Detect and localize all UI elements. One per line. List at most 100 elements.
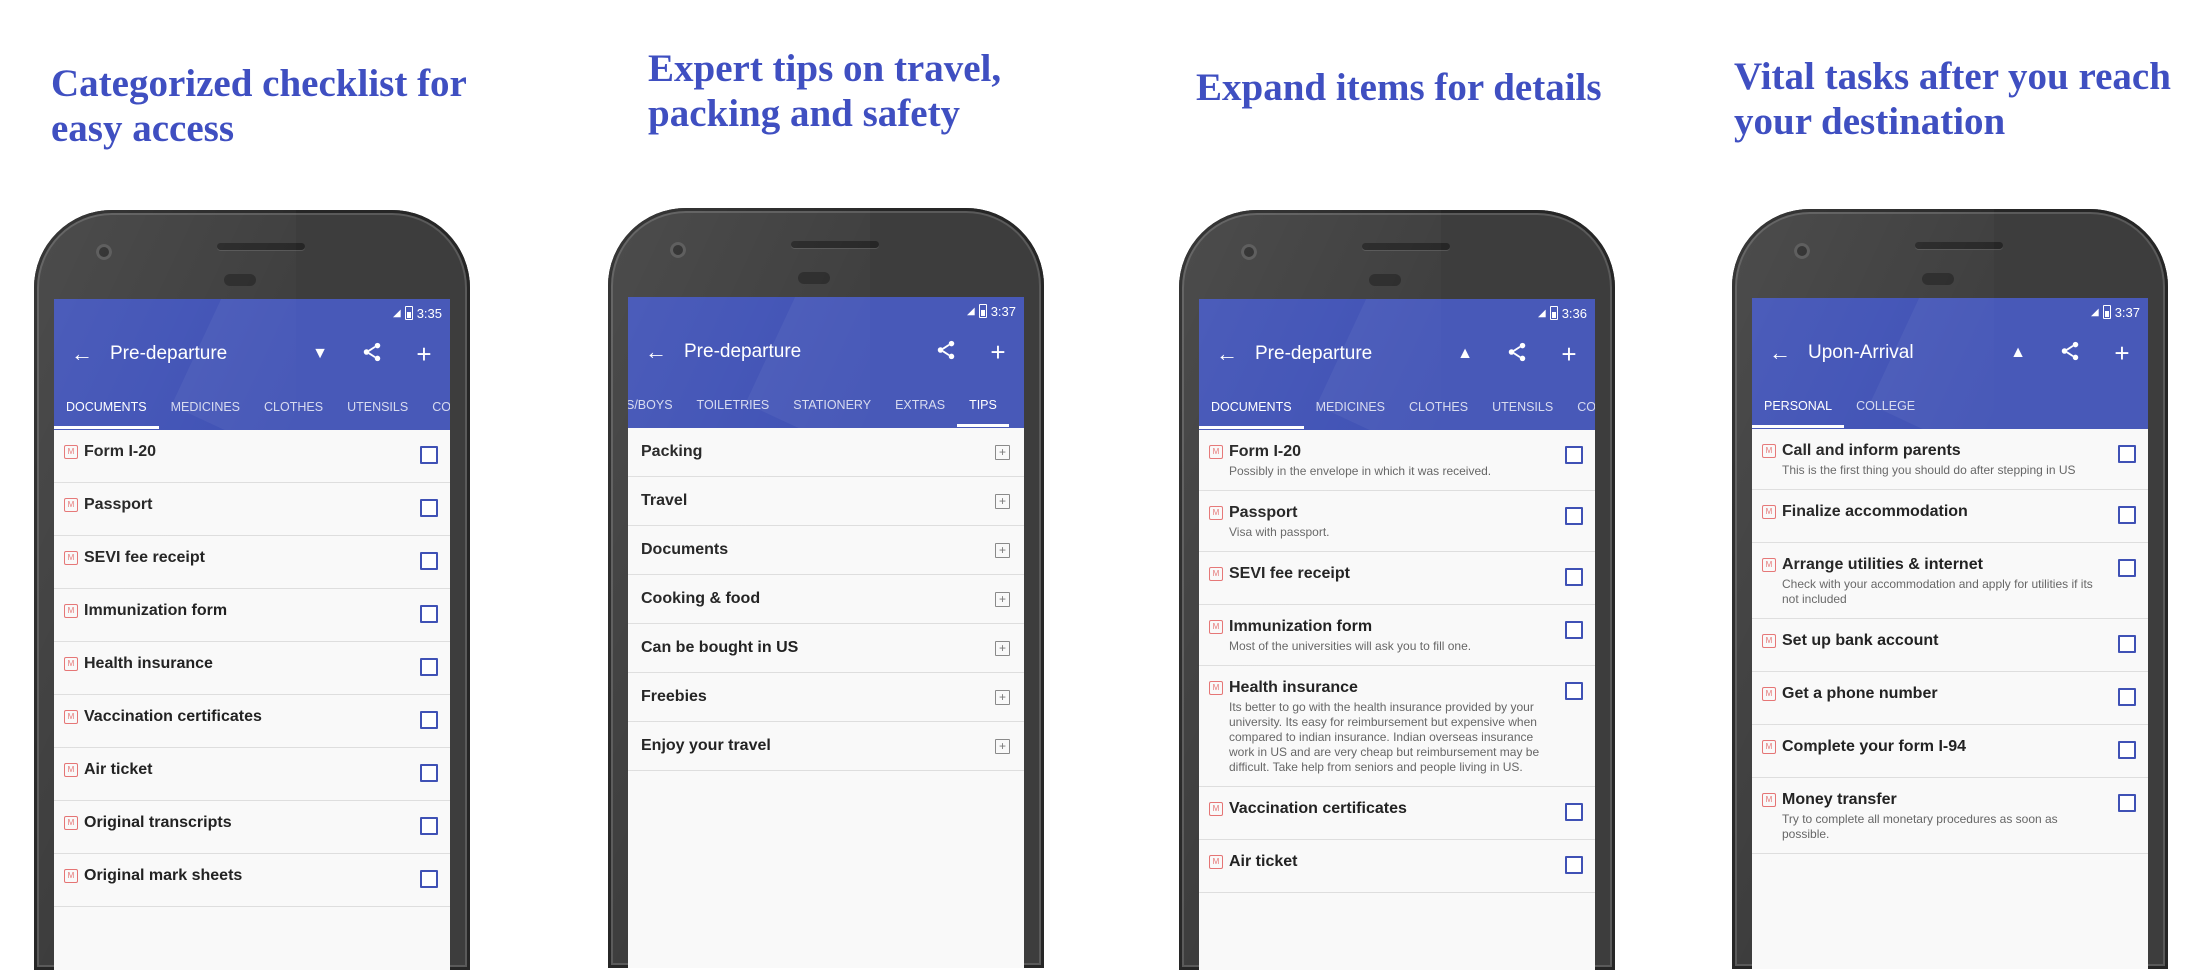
item-checkbox[interactable]	[420, 658, 438, 676]
share-button[interactable]	[2044, 338, 2096, 369]
item-checkbox[interactable]	[420, 446, 438, 464]
item-checkbox[interactable]	[2118, 688, 2136, 706]
tab-s-boys[interactable]: S/BOYS	[628, 383, 685, 427]
tab-utensils[interactable]: UTENSILS	[335, 385, 420, 429]
share-button[interactable]	[1491, 339, 1543, 370]
collapse-toggle-button[interactable]: ▲	[1992, 344, 2044, 362]
plus-square-icon[interactable]: +	[995, 592, 1010, 607]
item-checkbox[interactable]	[1565, 803, 1583, 821]
tab-co[interactable]: CO	[1565, 385, 1595, 429]
share-button[interactable]	[920, 337, 972, 368]
checklist-item[interactable]: M Call and inform parents This is the firs…	[1752, 429, 2148, 490]
add-button[interactable]: +	[2096, 338, 2148, 369]
item-checkbox[interactable]	[1565, 621, 1583, 639]
checklist-item[interactable]: M Immunization form Most of the universiti…	[1199, 605, 1595, 666]
tab-extras[interactable]: EXTRAS	[883, 383, 957, 427]
plus-square-icon[interactable]: +	[995, 641, 1010, 656]
checklist-item[interactable]: M Air ticket	[54, 748, 450, 801]
plus-square-icon[interactable]: +	[995, 739, 1010, 754]
collapse-toggle-button[interactable]: ▲	[1439, 345, 1491, 363]
checklist-item[interactable]: M Original transcripts	[54, 801, 450, 854]
tab-college[interactable]: COLLEGE	[1844, 384, 1927, 428]
item-checkbox[interactable]	[420, 499, 438, 517]
tip-item[interactable]: Can be bought in US +	[628, 624, 1024, 673]
checklist-item[interactable]: M Get a phone number	[1752, 672, 2148, 725]
checklist-item[interactable]: M Health insurance	[54, 642, 450, 695]
back-button[interactable]: ←	[1752, 340, 1808, 366]
item-checkbox[interactable]	[2118, 794, 2136, 812]
tab-utensils[interactable]: UTENSILS	[1480, 385, 1565, 429]
checklist-item[interactable]: M Passport Visa with passport.	[1199, 491, 1595, 552]
status-bar: ◢ 3:35	[393, 303, 442, 323]
checklist-item[interactable]: M Vaccination certificates	[1199, 787, 1595, 840]
checklist-item[interactable]: M SEVI fee receipt	[54, 536, 450, 589]
checklist-item[interactable]: M Air ticket	[1199, 840, 1595, 893]
item-checkbox[interactable]	[2118, 635, 2136, 653]
m-badge-icon: M	[64, 604, 78, 618]
item-checkbox[interactable]	[2118, 506, 2136, 524]
tab-documents[interactable]: DOCUMENTS	[1199, 385, 1304, 429]
checklist-item[interactable]: M SEVI fee receipt	[1199, 552, 1595, 605]
checklist-item[interactable]: M Original mark sheets	[54, 854, 450, 907]
item-checkbox[interactable]	[1565, 507, 1583, 525]
item-checkbox[interactable]	[1565, 682, 1583, 700]
checklist-item[interactable]: M Finalize accommodation	[1752, 490, 2148, 543]
checklist-item[interactable]: M Immunization form	[54, 589, 450, 642]
checklist-item[interactable]: M Arrange utilities & internet Check with …	[1752, 543, 2148, 619]
proximity-sensor	[798, 272, 830, 284]
tab-personal[interactable]: PERSONAL	[1752, 384, 1845, 428]
checklist-item[interactable]: M Money transfer Try to complete all monet…	[1752, 778, 2148, 854]
plus-square-icon[interactable]: +	[995, 690, 1010, 705]
item-checkbox[interactable]	[420, 764, 438, 782]
back-button[interactable]: ←	[628, 339, 684, 365]
checklist-item[interactable]: M Passport	[54, 483, 450, 536]
tab-co[interactable]: CO	[420, 385, 450, 429]
tab-medicines[interactable]: MEDICINES	[159, 385, 252, 429]
tab-documents[interactable]: DOCUMENTS	[54, 385, 159, 429]
collapse-toggle-button[interactable]: ▼	[294, 345, 346, 363]
tab-clothes[interactable]: CLOTHES	[1397, 385, 1480, 429]
app-screen: ◢ 3:36 ← Pre-departure ▲ + DOCUMENTS MEDICINES C…	[1199, 299, 1595, 970]
item-checkbox[interactable]	[420, 711, 438, 729]
checklist-item[interactable]: M Complete your form I-94	[1752, 725, 2148, 778]
item-checkbox[interactable]	[420, 870, 438, 888]
item-details: Check with your accommodation and apply …	[1782, 577, 2093, 606]
add-button[interactable]: +	[1543, 339, 1595, 370]
checklist-item[interactable]: M Vaccination certificates	[54, 695, 450, 748]
item-checkbox[interactable]	[420, 605, 438, 623]
item-details: Visa with passport.	[1229, 525, 1330, 539]
item-checkbox[interactable]	[2118, 445, 2136, 463]
add-button[interactable]: +	[398, 339, 450, 370]
plus-square-icon[interactable]: +	[995, 543, 1010, 558]
checklist-item[interactable]: M Health insurance Its better to go with t…	[1199, 666, 1595, 787]
checklist-item[interactable]: M Form I-20 Possibly in the envelope in wh…	[1199, 430, 1595, 491]
item-checkbox[interactable]	[1565, 568, 1583, 586]
tip-item[interactable]: Cooking & food +	[628, 575, 1024, 624]
tab-tips[interactable]: TIPS	[957, 383, 1009, 427]
checklist-item[interactable]: M Set up bank account	[1752, 619, 2148, 672]
tip-item[interactable]: Travel +	[628, 477, 1024, 526]
tab-clothes[interactable]: CLOTHES	[252, 385, 335, 429]
tip-item[interactable]: Packing +	[628, 428, 1024, 477]
tip-item[interactable]: Freebies +	[628, 673, 1024, 722]
tip-item[interactable]: Documents +	[628, 526, 1024, 575]
item-checkbox[interactable]	[420, 552, 438, 570]
tab-medicines[interactable]: MEDICINES	[1304, 385, 1397, 429]
tip-item[interactable]: Enjoy your travel +	[628, 722, 1024, 771]
tab-toiletries[interactable]: TOILETRIES	[685, 383, 782, 427]
back-button[interactable]: ←	[54, 341, 110, 367]
tab-stationery[interactable]: STATIONERY	[781, 383, 883, 427]
item-details: Try to complete all monetary procedures …	[1782, 812, 2058, 841]
item-checkbox[interactable]	[1565, 446, 1583, 464]
add-button[interactable]: +	[972, 337, 1024, 368]
item-checkbox[interactable]	[2118, 559, 2136, 577]
item-checkbox[interactable]	[1565, 856, 1583, 874]
proximity-sensor	[1369, 274, 1401, 286]
item-checkbox[interactable]	[2118, 741, 2136, 759]
share-button[interactable]	[346, 339, 398, 370]
back-button[interactable]: ←	[1199, 341, 1255, 367]
item-checkbox[interactable]	[420, 817, 438, 835]
plus-square-icon[interactable]: +	[995, 445, 1010, 460]
plus-square-icon[interactable]: +	[995, 494, 1010, 509]
checklist-item[interactable]: M Form I-20	[54, 430, 450, 483]
